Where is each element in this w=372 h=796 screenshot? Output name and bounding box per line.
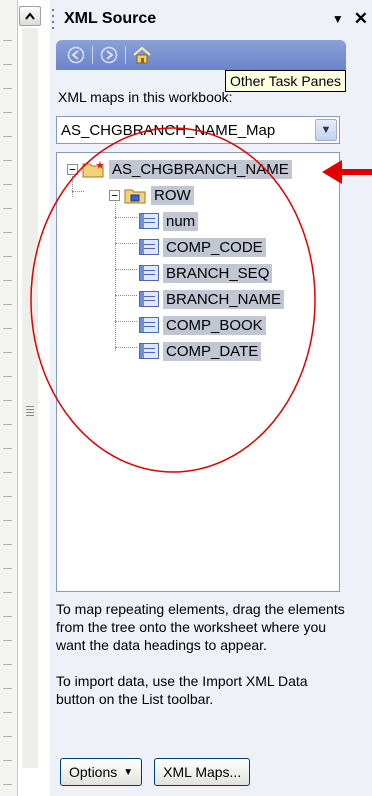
ruler-tick — [3, 568, 12, 569]
home-button[interactable] — [128, 43, 156, 67]
ruler-tick — [3, 760, 12, 761]
chevron-up-icon — [25, 12, 35, 20]
ruler-tick — [3, 712, 12, 713]
dropdown-triangle-icon[interactable]: ▼ — [332, 12, 344, 26]
xml-source-pane: XML Source ▼ ✕ Other Task Panes XML maps… — [50, 0, 372, 796]
element-icon — [139, 213, 159, 229]
ruler-tick — [3, 664, 12, 665]
ruler-tick — [3, 376, 12, 377]
ruler-tick — [3, 472, 12, 473]
tooltip: Other Task Panes — [225, 70, 347, 92]
ruler-tick — [3, 592, 12, 593]
tree-node-label: COMP_BOOK — [163, 315, 266, 335]
ruler-tick — [3, 232, 12, 233]
collapse-toggle[interactable]: − — [67, 163, 78, 175]
tree-node-label: BRANCH_NAME — [163, 289, 285, 309]
tree-node-label: COMP_CODE — [163, 237, 266, 257]
tree-node-field[interactable]: COMP_CODE — [139, 236, 266, 258]
xml-tree: − AS_CHGBRANCH_NAME − ROW num COMP_CODE — [56, 152, 340, 592]
xml-map-select-value: AS_CHGBRANCH_NAME_Map — [61, 121, 276, 139]
ruler-tick — [3, 544, 12, 545]
ruler-tick — [3, 424, 12, 425]
ruler-tick — [3, 136, 12, 137]
ruler-tick — [3, 184, 12, 185]
tree-node-label: ROW — [151, 185, 194, 205]
ruler-tick — [3, 160, 12, 161]
tree-node-row[interactable]: − ROW — [109, 184, 194, 206]
pane-title: XML Source — [64, 10, 157, 27]
tree-node-field[interactable]: BRANCH_SEQ — [139, 262, 273, 284]
nav-separator — [125, 46, 126, 64]
tree-node-field[interactable]: COMP_BOOK — [139, 314, 266, 336]
folder-icon — [82, 161, 104, 178]
element-icon — [139, 239, 159, 255]
repeating-folder-icon — [124, 189, 146, 204]
options-button[interactable]: Options ▼ — [60, 758, 143, 786]
xml-maps-button[interactable]: XML Maps... — [154, 758, 251, 786]
element-icon — [139, 265, 159, 281]
back-arrow-icon — [67, 46, 85, 64]
ruler-tick — [3, 640, 12, 641]
scroll-up-button[interactable] — [19, 6, 41, 26]
dropdown-triangle-icon: ▼ — [123, 766, 134, 778]
drag-handle[interactable] — [52, 9, 58, 29]
ruler-tick — [3, 520, 12, 521]
element-icon — [139, 343, 159, 359]
ruler-tick — [3, 328, 12, 329]
tree-node-field[interactable]: num — [139, 210, 199, 232]
xml-map-select[interactable]: AS_CHGBRANCH_NAME_Map ▼ — [56, 116, 340, 144]
tree-node-label: AS_CHGBRANCH_NAME — [109, 159, 292, 179]
ruler-tick — [3, 280, 12, 281]
help-paragraph-mapping: To map repeating elements, drag the elem… — [56, 601, 345, 653]
tree-node-field[interactable]: BRANCH_NAME — [139, 288, 285, 310]
tree-node-label: COMP_DATE — [163, 341, 262, 361]
ruler-tick — [3, 304, 12, 305]
help-paragraph-import: To import data, use the Import XML Data … — [56, 673, 308, 707]
scrollbar-grip[interactable] — [24, 400, 36, 422]
collapse-toggle[interactable]: − — [109, 189, 120, 201]
chevron-down-icon[interactable]: ▼ — [315, 119, 337, 141]
element-icon — [139, 291, 159, 307]
ruler-tick — [3, 256, 12, 257]
forward-button[interactable] — [95, 43, 123, 67]
row-ruler — [0, 0, 18, 796]
ruler-tick — [3, 736, 12, 737]
ruler-tick — [3, 64, 12, 65]
ruler-tick — [3, 88, 12, 89]
ruler-tick — [3, 496, 12, 497]
xml-maps-button-label: XML Maps... — [163, 764, 242, 780]
ruler-tick — [3, 40, 12, 41]
ruler-tick — [3, 784, 12, 785]
options-button-label: Options — [69, 764, 118, 780]
ruler-tick — [3, 616, 12, 617]
back-button[interactable] — [62, 43, 90, 67]
home-icon — [133, 46, 151, 64]
close-icon[interactable]: ✕ — [354, 9, 368, 29]
forward-arrow-icon — [100, 46, 118, 64]
help-text: To map repeating elements, drag the elem… — [56, 600, 346, 726]
pane-buttons: Options ▼ XML Maps... — [60, 758, 251, 786]
nav-separator — [92, 46, 93, 64]
element-icon — [139, 317, 159, 333]
ruler-tick — [3, 400, 12, 401]
ruler-tick — [3, 208, 12, 209]
ruler-tick — [3, 448, 12, 449]
tree-node-label: BRANCH_SEQ — [163, 263, 273, 283]
pane-titlebar: XML Source ▼ ✕ — [50, 6, 372, 32]
task-pane-navbar — [56, 40, 346, 70]
tree-node-root[interactable]: − AS_CHGBRANCH_NAME — [67, 158, 292, 180]
tree-node-label: num — [163, 211, 199, 231]
vertical-scrollbar[interactable] — [22, 28, 38, 768]
xml-maps-label: XML maps in this workbook: — [58, 89, 233, 105]
ruler-tick — [3, 352, 12, 353]
tree-node-field[interactable]: COMP_DATE — [139, 340, 262, 362]
ruler-tick — [3, 112, 12, 113]
ruler-tick — [3, 688, 12, 689]
